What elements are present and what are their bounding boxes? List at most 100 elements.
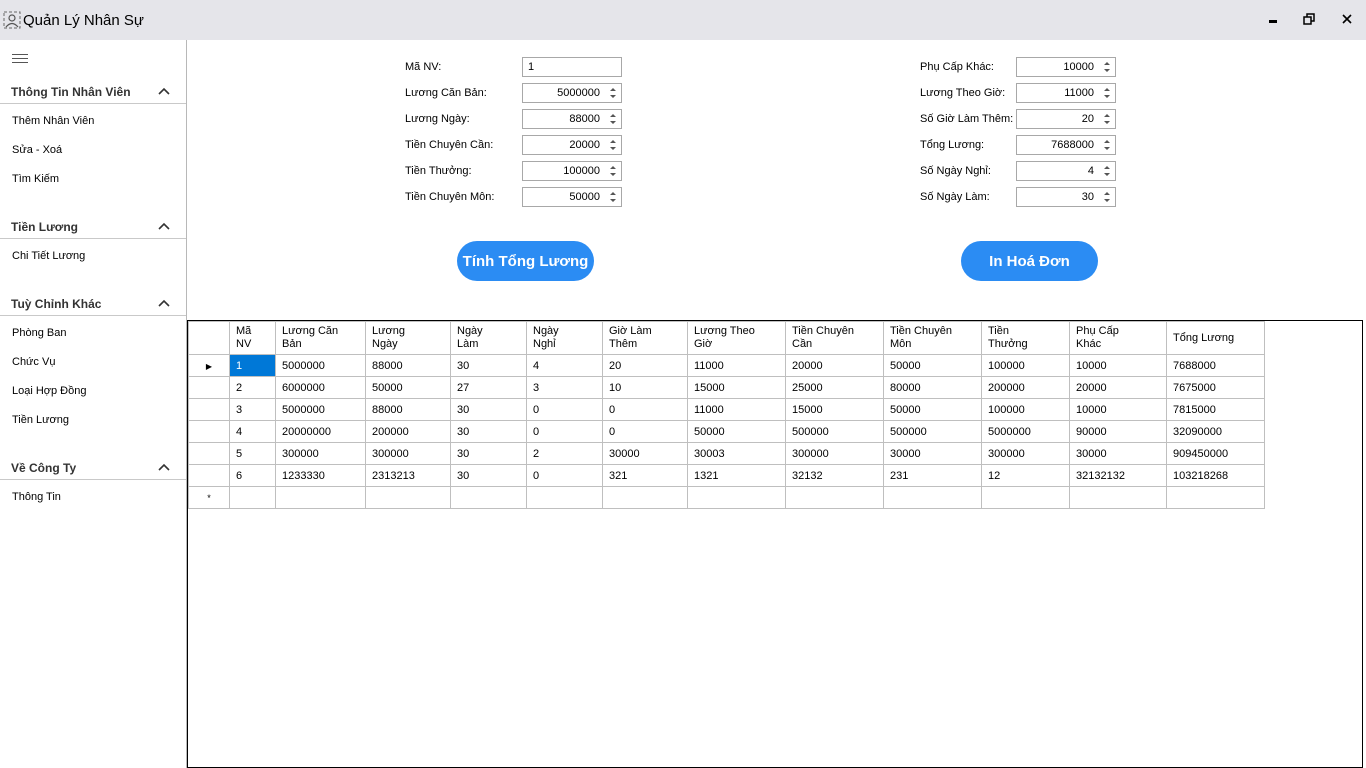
base-salary-stepper[interactable]: 5000000: [522, 83, 622, 103]
sidebar-item-department[interactable]: Phòng Ban: [12, 327, 66, 339]
table-cell[interactable]: 30000: [602, 442, 688, 465]
spin-arrows-icon[interactable]: [605, 84, 621, 102]
table-row[interactable]: 6 1233330 2313213 30 0 321 1321 32132 231 12 32132…: [188, 464, 1265, 487]
table-cell[interactable]: 200000: [365, 420, 451, 443]
total-salary-stepper[interactable]: 7688000: [1016, 135, 1116, 155]
table-cell[interactable]: 30: [450, 398, 527, 421]
table-cell[interactable]: 15000: [687, 376, 786, 399]
days-off-stepper[interactable]: 4: [1016, 161, 1116, 181]
table-cell[interactable]: 500000: [785, 420, 884, 443]
table-cell[interactable]: 4: [526, 354, 603, 377]
table-cell[interactable]: 30: [450, 354, 527, 377]
column-header[interactable]: Phụ Cấp Khác: [1069, 321, 1167, 355]
column-header[interactable]: Tiền Chuyên Cần: [785, 321, 884, 355]
column-header[interactable]: Tiền Thưởng: [981, 321, 1070, 355]
table-cell[interactable]: 2313213: [365, 464, 451, 487]
attendance-bonus-stepper[interactable]: 20000: [522, 135, 622, 155]
corner-header-cell[interactable]: [188, 321, 230, 355]
table-cell[interactable]: 10000: [1069, 354, 1167, 377]
column-header[interactable]: Ngày Nghỉ: [526, 321, 603, 355]
table-cell[interactable]: 12: [981, 464, 1070, 487]
column-header[interactable]: Lương Căn Bản: [275, 321, 366, 355]
row-header-cell[interactable]: [188, 464, 230, 487]
table-cell[interactable]: 103218268: [1166, 464, 1265, 487]
spin-arrows-icon[interactable]: [1099, 58, 1115, 76]
spin-arrows-icon[interactable]: [1099, 110, 1115, 128]
table-cell[interactable]: [687, 486, 786, 509]
row-header-cell[interactable]: ▶: [188, 354, 230, 377]
table-cell[interactable]: 100000: [981, 354, 1070, 377]
table-cell[interactable]: 20000000: [275, 420, 366, 443]
spin-arrows-icon[interactable]: [605, 110, 621, 128]
table-cell[interactable]: 32090000: [1166, 420, 1265, 443]
table-cell[interactable]: 0: [526, 464, 603, 487]
table-cell[interactable]: 10: [602, 376, 688, 399]
sidebar-item-info[interactable]: Thông Tin: [12, 491, 61, 503]
table-cell[interactable]: 300000: [365, 442, 451, 465]
sidebar-section-company[interactable]: Về Công Ty: [0, 456, 186, 480]
expertise-allowance-stepper[interactable]: 50000: [522, 187, 622, 207]
spin-arrows-icon[interactable]: [605, 136, 621, 154]
salary-data-grid[interactable]: Mã NV Lương Căn Bản Lương Ngày Ngày Làm Ngày Nghỉ…: [187, 320, 1363, 768]
table-cell[interactable]: 30003: [687, 442, 786, 465]
sidebar-section-employee-info[interactable]: Thông Tin Nhân Viên: [0, 80, 186, 104]
table-cell[interactable]: 50000: [883, 398, 982, 421]
table-cell[interactable]: 2: [229, 376, 276, 399]
sidebar-item-salary-config[interactable]: Tiền Lương: [12, 414, 69, 426]
column-header[interactable]: Tổng Lương: [1166, 321, 1265, 355]
calculate-total-salary-button[interactable]: Tính Tổng Lương: [457, 241, 594, 281]
column-header[interactable]: Mã NV: [229, 321, 276, 355]
table-cell[interactable]: 80000: [883, 376, 982, 399]
table-cell[interactable]: 6: [229, 464, 276, 487]
hamburger-menu-icon[interactable]: [12, 54, 28, 64]
table-cell[interactable]: 11000: [687, 398, 786, 421]
table-cell[interactable]: 88000: [365, 398, 451, 421]
table-cell[interactable]: 321: [602, 464, 688, 487]
table-cell[interactable]: 20: [602, 354, 688, 377]
table-cell[interactable]: 7688000: [1166, 354, 1265, 377]
sidebar-item-edit-delete[interactable]: Sửa - Xoá: [12, 144, 62, 156]
table-cell[interactable]: 32132132: [1069, 464, 1167, 487]
table-cell[interactable]: 0: [526, 420, 603, 443]
sidebar-item-position[interactable]: Chức Vụ: [12, 356, 55, 368]
table-row[interactable]: 2 6000000 50000 27 3 10 15000 25000 80000 200000 2…: [188, 376, 1265, 399]
table-cell[interactable]: 1: [229, 354, 276, 377]
table-cell[interactable]: [1166, 486, 1265, 509]
table-cell[interactable]: [450, 486, 527, 509]
column-header[interactable]: Giờ Làm Thêm: [602, 321, 688, 355]
table-cell[interactable]: 30: [450, 420, 527, 443]
row-header-cell[interactable]: [188, 420, 230, 443]
table-cell[interactable]: 30000: [1069, 442, 1167, 465]
column-header[interactable]: Lương Ngày: [365, 321, 451, 355]
sidebar-item-add-employee[interactable]: Thêm Nhân Viên: [12, 115, 94, 127]
table-cell[interactable]: 100000: [981, 398, 1070, 421]
table-row[interactable]: ▶ 1 5000000 88000 30 4 20 11000 20000 50000 100000…: [188, 354, 1265, 377]
table-cell[interactable]: [229, 486, 276, 509]
table-cell[interactable]: 5: [229, 442, 276, 465]
table-cell[interactable]: 3: [526, 376, 603, 399]
table-cell[interactable]: 7675000: [1166, 376, 1265, 399]
table-cell[interactable]: [275, 486, 366, 509]
hourly-wage-stepper[interactable]: 11000: [1016, 83, 1116, 103]
spin-arrows-icon[interactable]: [1099, 188, 1115, 206]
row-header-cell[interactable]: [188, 442, 230, 465]
table-cell[interactable]: [1069, 486, 1167, 509]
other-allowance-stepper[interactable]: 10000: [1016, 57, 1116, 77]
table-cell[interactable]: 0: [602, 420, 688, 443]
employee-id-input[interactable]: 1: [522, 57, 622, 77]
table-cell[interactable]: 30: [450, 464, 527, 487]
table-cell[interactable]: 88000: [365, 354, 451, 377]
table-row[interactable]: 4 20000000 200000 30 0 0 50000 500000 500000 5000…: [188, 420, 1265, 443]
table-cell[interactable]: [785, 486, 884, 509]
table-cell[interactable]: 200000: [981, 376, 1070, 399]
table-cell[interactable]: 300000: [275, 442, 366, 465]
table-cell[interactable]: 5000000: [275, 354, 366, 377]
table-cell[interactable]: 0: [526, 398, 603, 421]
column-header[interactable]: Tiền Chuyên Môn: [883, 321, 982, 355]
table-cell[interactable]: 20000: [1069, 376, 1167, 399]
table-cell[interactable]: 50000: [687, 420, 786, 443]
table-cell[interactable]: 50000: [365, 376, 451, 399]
daily-salary-stepper[interactable]: 88000: [522, 109, 622, 129]
bonus-stepper[interactable]: 100000: [522, 161, 622, 181]
table-cell[interactable]: 1233330: [275, 464, 366, 487]
